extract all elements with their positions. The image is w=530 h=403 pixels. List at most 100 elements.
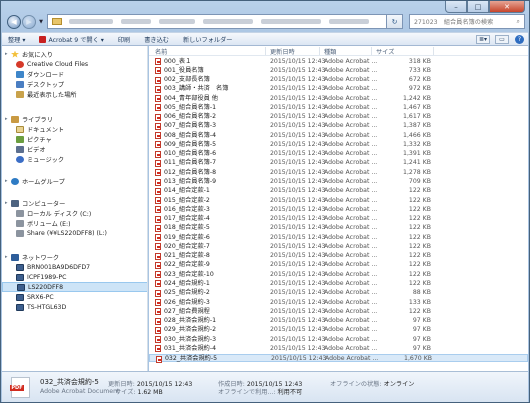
- nav-group-header[interactable]: ▸ ネットワーク: [2, 252, 147, 262]
- nav-item[interactable]: ICPF1989-PC: [2, 272, 147, 282]
- pdf-icon: [155, 317, 161, 325]
- file-row[interactable]: 019_組合定款-6 2015/10/15 12:43 Adobe Acrobat …: [149, 233, 528, 242]
- file-row[interactable]: 020_組合定款-7 2015/10/15 12:43 Adobe Acrobat …: [149, 242, 528, 251]
- recent-pages-dropdown[interactable]: ▼: [37, 19, 45, 25]
- nav-group-header[interactable]: ▸ お気に入り: [2, 49, 147, 59]
- organize-button[interactable]: 整理 ▾: [8, 35, 25, 44]
- file-row[interactable]: 031_共済会規約-4 2015/10/15 12:43 Adobe Acrobat…: [149, 344, 528, 353]
- file-row[interactable]: 029_共済会規約-2 2015/10/15 12:43 Adobe Acrobat…: [149, 326, 528, 334]
- back-button[interactable]: ◀: [7, 14, 21, 29]
- column-type-header[interactable]: 種類: [324, 47, 336, 56]
- file-row[interactable]: 023_組合定款-10 2015/10/15 12:43 Adobe Acrobat…: [149, 270, 528, 279]
- pdf-icon: [155, 76, 161, 84]
- file-row[interactable]: 002_支部長名簿 2015/10/15 12:43 Adobe Acrobat .…: [149, 76, 528, 84]
- file-size: サイズ: 1.62 MB: [115, 387, 163, 396]
- file-type: Adobe Acrobat ...: [324, 215, 378, 223]
- file-date: 2015/10/15 12:43: [270, 196, 326, 204]
- file-row[interactable]: 000_表１ 2015/10/15 12:43 Adobe Acrobat ... 3…: [149, 57, 528, 65]
- column-divider[interactable]: [319, 47, 320, 55]
- change-view-icon[interactable]: ≣▾: [476, 34, 490, 44]
- file-row[interactable]: 010_組合員名簿-6 2015/10/15 12:43 Adobe Acrobat…: [149, 150, 528, 158]
- file-row[interactable]: 015_組合定款-2 2015/10/15 12:43 Adobe Acrobat …: [149, 196, 528, 205]
- file-row[interactable]: 007_組合員名簿-3 2015/10/15 12:43 Adobe Acrobat…: [149, 122, 528, 130]
- nav-item[interactable]: TS-HTGL63D: [2, 302, 147, 312]
- column-size-header[interactable]: サイズ: [376, 47, 394, 56]
- file-row[interactable]: 017_組合定款-4 2015/10/15 12:43 Adobe Acrobat …: [149, 215, 528, 223]
- close-button[interactable]: ✕: [489, 1, 525, 13]
- file-row[interactable]: 001_役員名簿 2015/10/15 12:43 Adobe Acrobat ..…: [149, 66, 528, 75]
- nav-item[interactable]: LS220DFF8: [2, 282, 147, 292]
- nav-item[interactable]: ビデオ: [2, 144, 147, 154]
- nav-item[interactable]: BRN001BA9D6DFD7: [2, 262, 147, 272]
- file-size: 1,617 KB: [403, 113, 431, 121]
- column-name-header[interactable]: 名前: [155, 47, 167, 56]
- nav-item[interactable]: ミュージック: [2, 154, 147, 164]
- column-date-header[interactable]: 更新日時: [270, 47, 295, 56]
- file-row[interactable]: 014_組合定款-1 2015/10/15 12:43 Adobe Acrobat …: [149, 187, 528, 195]
- nav-item[interactable]: Share (¥¥LS220DFF8) (L:): [2, 228, 147, 238]
- nav-item[interactable]: デスクトップ: [2, 79, 147, 89]
- preview-pane-icon[interactable]: ▭: [495, 34, 509, 44]
- nav-item[interactable]: ピクチャ: [2, 134, 147, 144]
- file-row[interactable]: 024_組合規約-1 2015/10/15 12:43 Adobe Acrobat …: [149, 279, 528, 288]
- file-row[interactable]: 025_組合規約-2 2015/10/15 12:43 Adobe Acrobat …: [149, 289, 528, 297]
- new-folder-button[interactable]: 新しいフォルダー: [183, 35, 233, 44]
- forward-button[interactable]: ▶: [22, 14, 36, 29]
- burn-button[interactable]: 書き込む: [144, 35, 169, 44]
- nav-group-header[interactable]: ▸ ホームグループ: [2, 176, 147, 186]
- file-row[interactable]: 008_組合員名簿-4 2015/10/15 12:43 Adobe Acrobat…: [149, 131, 528, 140]
- file-row[interactable]: 011_組合員名簿-7 2015/10/15 12:43 Adobe Acrobat…: [149, 159, 528, 167]
- file-row[interactable]: 009_組合員名簿-5 2015/10/15 12:43 Adobe Acrobat…: [149, 140, 528, 149]
- nav-item[interactable]: ローカル ディスク (C:): [2, 208, 147, 218]
- file-row[interactable]: 003_講師・共済 名簿 2015/10/15 12:43 Adobe Acroba…: [149, 85, 528, 93]
- desktop-icon: [16, 80, 24, 88]
- offline-status-label: オフラインの状態:: [330, 381, 382, 388]
- refresh-button[interactable]: ↻: [387, 14, 403, 29]
- file-row[interactable]: 018_組合定款-5 2015/10/15 12:43 Adobe Acrobat …: [149, 224, 528, 232]
- file-name: 000_表１: [164, 57, 192, 65]
- videos-icon: [16, 145, 24, 153]
- nav-item[interactable]: ドキュメント: [2, 124, 147, 134]
- file-row[interactable]: 028_共済会規約-1 2015/10/15 12:43 Adobe Acrobat…: [149, 317, 528, 325]
- pdf-icon: [155, 95, 161, 103]
- nav-item[interactable]: SRX6-PC: [2, 292, 147, 302]
- open-with-button[interactable]: Acrobat 9 で開く ▾: [39, 35, 104, 44]
- file-row[interactable]: 032_共済会規約-5 2015/10/15 12:43 Adobe Acrobat…: [149, 353, 528, 363]
- file-row[interactable]: 004_青年部役員 他 2015/10/15 12:43 Adobe Acrobat…: [149, 94, 528, 103]
- file-type: Adobe Acrobat ...: [324, 76, 378, 84]
- file-row[interactable]: 026_組合規約-3 2015/10/15 12:43 Adobe Acrobat …: [149, 298, 528, 307]
- minimize-button[interactable]: –: [445, 1, 467, 13]
- column-divider[interactable]: [433, 47, 434, 55]
- file-date: 2015/10/15 12:43: [270, 289, 326, 297]
- nav-group-header[interactable]: ▸ ライブラリ: [2, 114, 147, 124]
- file-row[interactable]: 012_組合員名簿-8 2015/10/15 12:43 Adobe Acrobat…: [149, 168, 528, 177]
- print-button[interactable]: 印刷: [118, 35, 130, 44]
- help-icon[interactable]: ?: [515, 34, 524, 44]
- nav-item[interactable]: Creative Cloud Files: [2, 59, 147, 69]
- file-row[interactable]: 006_組合員名簿-2 2015/10/15 12:43 Adobe Acrobat…: [149, 113, 528, 121]
- pdf-icon: [155, 159, 161, 167]
- expand-arrow-icon[interactable]: ▸: [5, 51, 11, 57]
- column-divider[interactable]: [371, 47, 372, 55]
- nav-item[interactable]: ボリューム (E:): [2, 218, 147, 228]
- address-bar[interactable]: [47, 14, 387, 29]
- nav-group-header[interactable]: ▸ コンピューター: [2, 198, 147, 208]
- file-row[interactable]: 021_組合定款-8 2015/10/15 12:43 Adobe Acrobat …: [149, 252, 528, 260]
- maximize-button[interactable]: □: [467, 1, 489, 13]
- file-row[interactable]: 005_組合員名簿-1 2015/10/15 12:43 Adobe Acrobat…: [149, 103, 528, 112]
- file-row[interactable]: 030_共済会規約-3 2015/10/15 12:43 Adobe Acrobat…: [149, 335, 528, 344]
- search-input[interactable]: 271023 組合員名簿の検索 ⌕: [409, 14, 525, 29]
- file-row[interactable]: 016_組合定款-3 2015/10/15 12:43 Adobe Acrobat …: [149, 205, 528, 214]
- file-size: 1,241 KB: [403, 159, 431, 167]
- pdf-icon: [155, 280, 161, 288]
- file-name: 027_組合費規程: [164, 307, 210, 315]
- file-row[interactable]: 022_組合定款-9 2015/10/15 12:43 Adobe Acrobat …: [149, 261, 528, 269]
- pdf-icon: [155, 252, 161, 260]
- nav-item[interactable]: 最近表示した場所: [2, 89, 147, 99]
- file-row[interactable]: 013_組合員名簿-9 2015/10/15 12:43 Adobe Acrobat…: [149, 178, 528, 186]
- pdf-icon: [155, 289, 161, 297]
- column-divider[interactable]: [265, 47, 266, 55]
- nav-item[interactable]: ダウンロード: [2, 69, 147, 79]
- file-row[interactable]: 027_組合費規程 2015/10/15 12:43 Adobe Acrobat .…: [149, 307, 528, 316]
- file-name: 006_組合員名簿-2: [164, 113, 217, 121]
